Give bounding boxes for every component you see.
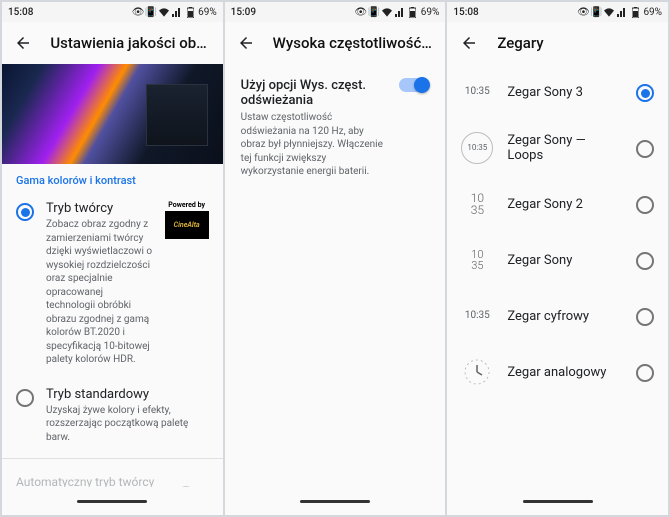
status-icons: 👁 📳 69%: [133, 7, 217, 18]
clock-option[interactable]: 10:35 Zegar Sony 3: [447, 64, 668, 120]
clock-option[interactable]: Zegar analogowy: [447, 344, 668, 400]
nav-bar[interactable]: [447, 487, 668, 515]
clock-label: Zegar analogowy: [507, 365, 622, 380]
status-time: 15:09: [231, 7, 256, 18]
app-bar: Wysoka częstotliwość odświeża...: [225, 22, 446, 64]
eye-icon: 👁: [578, 7, 588, 17]
radio-selected-icon: [16, 203, 34, 221]
radio-icon: [636, 196, 654, 214]
divider: [2, 458, 223, 459]
battery-icon: [185, 7, 195, 17]
content-scroll[interactable]: 10:35 Zegar Sony 3 10:35 Zegar Sony — Loops…: [447, 64, 668, 487]
radio-icon: [636, 364, 654, 382]
content-scroll[interactable]: Gama kolorów i kontrast Tryb twórcy Zoba…: [2, 64, 223, 487]
clock-preview-icon: 1035: [461, 188, 493, 220]
clock-label: Zegar Sony — Loops: [507, 133, 622, 163]
clock-label: Zegar Sony 2: [507, 197, 622, 212]
section-gamma: Gama kolorów i kontrast: [2, 164, 223, 191]
refresh-title: Użyj opcji Wys. częst. odświeżania: [241, 78, 386, 108]
eye-icon: 👁: [133, 7, 143, 17]
status-bar: 15:08 👁 📳 69%: [447, 2, 668, 22]
vibrate-icon: 📳: [146, 7, 156, 17]
status-time: 15:08: [453, 7, 478, 18]
wifi-icon: [604, 7, 614, 17]
row-high-refresh[interactable]: Użyj opcji Wys. częst. odświeżania Ustaw…: [225, 64, 446, 193]
clock-label: Zegar Sony 3: [507, 85, 622, 100]
back-button[interactable]: [237, 33, 255, 53]
radio-icon: [636, 252, 654, 270]
nav-bar[interactable]: [2, 487, 223, 515]
clock-option[interactable]: 1035 Zegar Sony: [447, 232, 668, 288]
switch-on-icon[interactable]: [399, 78, 429, 92]
clock-label: Zegar Sony: [507, 253, 622, 268]
option-standard-mode[interactable]: Tryb standardowy Uzyskaj żywe kolory i e…: [2, 377, 223, 455]
content-scroll[interactable]: Użyj opcji Wys. częst. odświeżania Ustaw…: [225, 64, 446, 487]
auto-title: Automatyczny tryb twórcy: [16, 475, 167, 487]
row-auto-creator: Automatyczny tryb twórcy Tryb twórcy jes…: [2, 463, 223, 487]
screen-clocks: 15:08 👁 📳 69% Zegary 10:35Zegar Sony 310…: [447, 2, 668, 515]
clock-preview-icon: 10:35: [461, 132, 493, 164]
clock-option[interactable]: 1035 Zegar Sony 2: [447, 176, 668, 232]
back-button[interactable]: [459, 33, 479, 53]
status-bar: 15:08 👁 📳 69%: [2, 2, 223, 22]
battery-icon: [408, 7, 418, 17]
eye-icon: 👁: [356, 7, 366, 17]
battery-percent: 69%: [421, 7, 440, 18]
page-title: Wysoka częstotliwość odświeża...: [273, 34, 434, 52]
option-creator-mode[interactable]: Tryb twórcy Zobacz obraz zgodny z zamier…: [2, 191, 223, 377]
wifi-icon: [159, 7, 169, 17]
creator-desc: Zobacz obraz zgodny z zamierzeniami twór…: [46, 218, 153, 367]
signal-icon: [172, 7, 182, 17]
creator-title: Tryb twórcy: [46, 201, 153, 216]
clock-preview-icon: 1035: [461, 244, 493, 276]
battery-percent: 69%: [198, 7, 217, 18]
app-bar: Ustawienia jakości obrazu: [2, 22, 223, 64]
clock-preview-icon: 10:35: [461, 300, 493, 332]
radio-icon: [636, 84, 654, 102]
battery-icon: [630, 7, 640, 17]
radio-icon: [636, 140, 654, 158]
page-title: Zegary: [497, 34, 543, 52]
clock-label: Zegar cyfrowy: [507, 309, 622, 324]
signal-icon: [617, 7, 627, 17]
vibrate-icon: 📳: [591, 7, 601, 17]
cinealta-badge: Powered by CineAlta: [165, 201, 209, 239]
nav-pill-icon: [77, 500, 147, 503]
vibrate-icon: 📳: [369, 7, 379, 17]
page-title: Ustawienia jakości obrazu: [50, 34, 210, 52]
status-icons: 👁 📳 69%: [578, 7, 662, 18]
back-button[interactable]: [14, 33, 32, 53]
standard-desc: Uzyskaj żywe kolory i efekty, rozszerzaj…: [46, 404, 209, 445]
standard-title: Tryb standardowy: [46, 387, 209, 402]
hero-image: [2, 64, 223, 164]
screen-refresh-rate: 15:09 👁 📳 69% Wysoka częstotliwość odświ…: [225, 2, 446, 515]
analog-clock-icon: [461, 356, 493, 388]
screen-image-quality: 15:08 👁 📳 69% Ustawienia jakości obrazu …: [2, 2, 223, 515]
status-icons: 👁 📳 69%: [356, 7, 440, 18]
signal-icon: [395, 7, 405, 17]
clock-preview-icon: 10:35: [461, 76, 493, 108]
nav-bar[interactable]: [225, 487, 446, 515]
app-bar: Zegary: [447, 22, 668, 64]
radio-icon: [636, 308, 654, 326]
clock-option[interactable]: 10:35 Zegar cyfrowy: [447, 288, 668, 344]
nav-pill-icon: [300, 500, 370, 503]
status-bar: 15:09 👁 📳 69%: [225, 2, 446, 22]
clock-option[interactable]: 10:35 Zegar Sony — Loops: [447, 120, 668, 176]
status-time: 15:08: [8, 7, 33, 18]
wifi-icon: [382, 7, 392, 17]
refresh-desc: Ustaw częstotliwość odświeżania na 120 H…: [241, 111, 386, 179]
battery-percent: 69%: [643, 7, 662, 18]
radio-unselected-icon: [16, 389, 34, 407]
nav-pill-icon: [523, 500, 593, 503]
